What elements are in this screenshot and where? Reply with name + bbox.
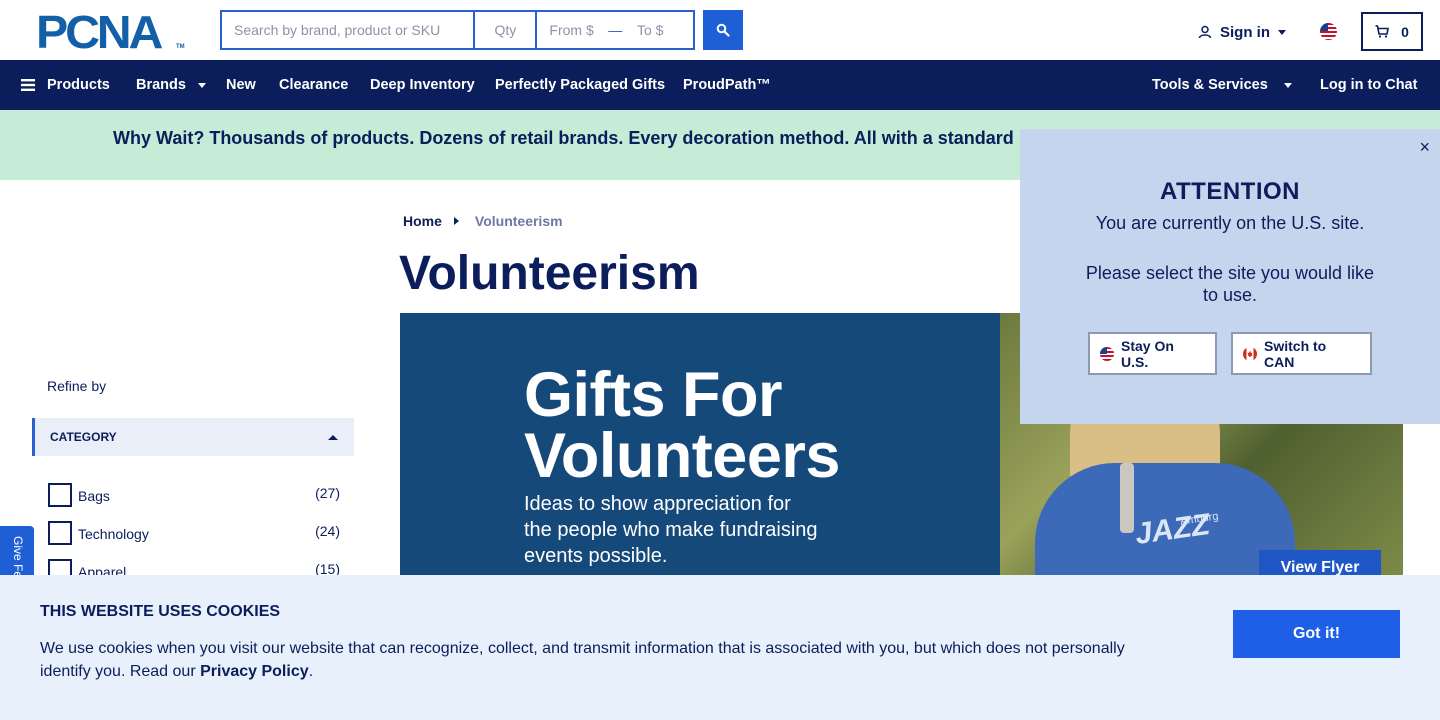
breadcrumb-current: Volunteerism <box>474 213 563 229</box>
nav-clearance-label: Clearance <box>279 77 349 93</box>
category-filter-header[interactable]: CATEGORY <box>32 418 354 456</box>
backpack-strap <box>1120 463 1134 533</box>
nav-perfectly-packaged-gifts[interactable]: Perfectly Packaged Gifts <box>495 60 665 110</box>
user-icon <box>1198 25 1212 39</box>
region-select-popup: × ATTENTION You are currently on the U.S… <box>1020 129 1440 424</box>
chevron-down-icon <box>197 82 206 88</box>
breadcrumb: Home Volunteerism <box>403 213 563 229</box>
got-it-button[interactable]: Got it! <box>1233 610 1400 658</box>
hamburger-icon <box>21 79 35 91</box>
nav-new[interactable]: New <box>226 60 256 110</box>
privacy-policy-link[interactable]: Privacy Policy <box>200 663 309 680</box>
category-option-technology[interactable]: Technology (24) <box>48 521 340 545</box>
hero-subtitle: Ideas to show appreciation for the peopl… <box>524 493 818 567</box>
category-label: Technology <box>78 526 149 542</box>
search-input[interactable] <box>222 12 476 48</box>
stay-on-us-label: Stay On U.S. <box>1121 337 1174 370</box>
stay-on-us-button[interactable]: Stay On U.S. <box>1088 332 1217 375</box>
close-icon[interactable]: × <box>1419 137 1430 158</box>
search-button[interactable] <box>703 10 743 50</box>
nav-chat-label: Log in to Chat <box>1320 77 1418 93</box>
canada-flag-graphic <box>1243 346 1257 361</box>
hero-title-line1: Gifts For <box>524 360 782 430</box>
qty-input[interactable] <box>475 12 538 48</box>
search-icon <box>716 23 730 37</box>
nav-brands[interactable]: Brands <box>136 60 206 110</box>
nav-tools-services[interactable]: Tools & Services <box>1152 60 1292 110</box>
nav-new-label: New <box>226 77 256 93</box>
nav-log-in-to-chat[interactable]: Log in to Chat <box>1320 60 1417 110</box>
main-nav: Products Brands New Clearance Deep Inven… <box>0 60 1440 110</box>
us-flag-icon <box>1100 346 1114 361</box>
us-flag-icon[interactable] <box>1320 23 1337 40</box>
us-flag-graphic <box>1320 23 1337 40</box>
category-option-bags[interactable]: Bags (27) <box>48 483 340 507</box>
cart-count: 0 <box>1401 23 1409 40</box>
cookie-period: . <box>308 663 314 680</box>
category-checkbox[interactable] <box>48 483 72 507</box>
us-flag-graphic <box>1100 346 1114 361</box>
view-flyer-button[interactable]: View Flyer <box>1259 550 1381 575</box>
sign-in-menu[interactable]: Sign in <box>1198 22 1286 42</box>
cart-icon <box>1375 25 1390 38</box>
popup-current-site-text: You are currently on the U.S. site. <box>1095 213 1365 233</box>
nav-products[interactable]: Products <box>21 60 110 110</box>
nav-clearance[interactable]: Clearance <box>279 60 348 110</box>
cookie-text: We use cookies when you visit our websit… <box>40 637 1150 683</box>
price-to-input[interactable] <box>625 12 693 48</box>
cookie-banner: THIS WEBSITE USES COOKIES We use cookies… <box>0 575 1440 720</box>
nav-proudpath[interactable]: ProudPath™ <box>683 60 771 110</box>
popup-title: ATTENTION <box>1159 178 1301 205</box>
category-checkbox[interactable] <box>48 521 72 545</box>
nav-deep-inventory-label: Deep Inventory <box>370 77 475 93</box>
chevron-up-icon <box>328 435 338 440</box>
switch-to-can-label: Switch to CAN <box>1264 337 1327 370</box>
breadcrumb-home[interactable]: Home <box>403 213 442 229</box>
hero-title-line2: Volunteers <box>524 421 840 491</box>
chevron-down-icon <box>1283 82 1292 88</box>
nav-gifts-label: Perfectly Packaged Gifts <box>495 77 666 93</box>
page-title: Volunteerism <box>399 247 700 300</box>
nav-tools-label: Tools & Services <box>1152 77 1268 93</box>
pcna-logo[interactable]: PCNA TM <box>36 9 185 55</box>
search-bar: — <box>220 10 695 50</box>
cookie-title: THIS WEBSITE USES COOKIES <box>40 603 281 620</box>
chevron-down-icon <box>1278 29 1286 35</box>
hero-title: Gifts For Volunteers <box>524 360 840 491</box>
nav-brands-label: Brands <box>136 77 186 93</box>
switch-to-can-button[interactable]: Switch to CAN <box>1231 332 1372 375</box>
logo-text: PCNA <box>36 6 163 58</box>
nav-proudpath-label: ProudPath™ <box>683 77 771 93</box>
category-count: (24) <box>315 523 340 539</box>
price-range-dash: — <box>608 22 623 38</box>
canada-flag-icon <box>1243 346 1257 361</box>
nav-deep-inventory[interactable]: Deep Inventory <box>370 60 475 110</box>
category-count: (27) <box>315 485 340 501</box>
cart-button[interactable]: 0 <box>1361 12 1423 51</box>
sign-in-label: Sign in <box>1220 23 1270 41</box>
category-header-label: CATEGORY <box>50 430 117 444</box>
price-from-input[interactable] <box>537 12 606 48</box>
category-label: Bags <box>78 488 110 504</box>
logo-trademark: TM <box>176 44 185 50</box>
chevron-right-icon <box>453 217 459 225</box>
promo-text: Why Wait? Thousands of products. Dozens … <box>113 128 1014 148</box>
refine-by-label: Refine by <box>47 378 107 394</box>
nav-products-label: Products <box>47 77 110 93</box>
top-header: PCNA TM — Sign in <box>0 0 1440 60</box>
popup-select-site-text: Please select the site you would like to… <box>1085 263 1375 305</box>
